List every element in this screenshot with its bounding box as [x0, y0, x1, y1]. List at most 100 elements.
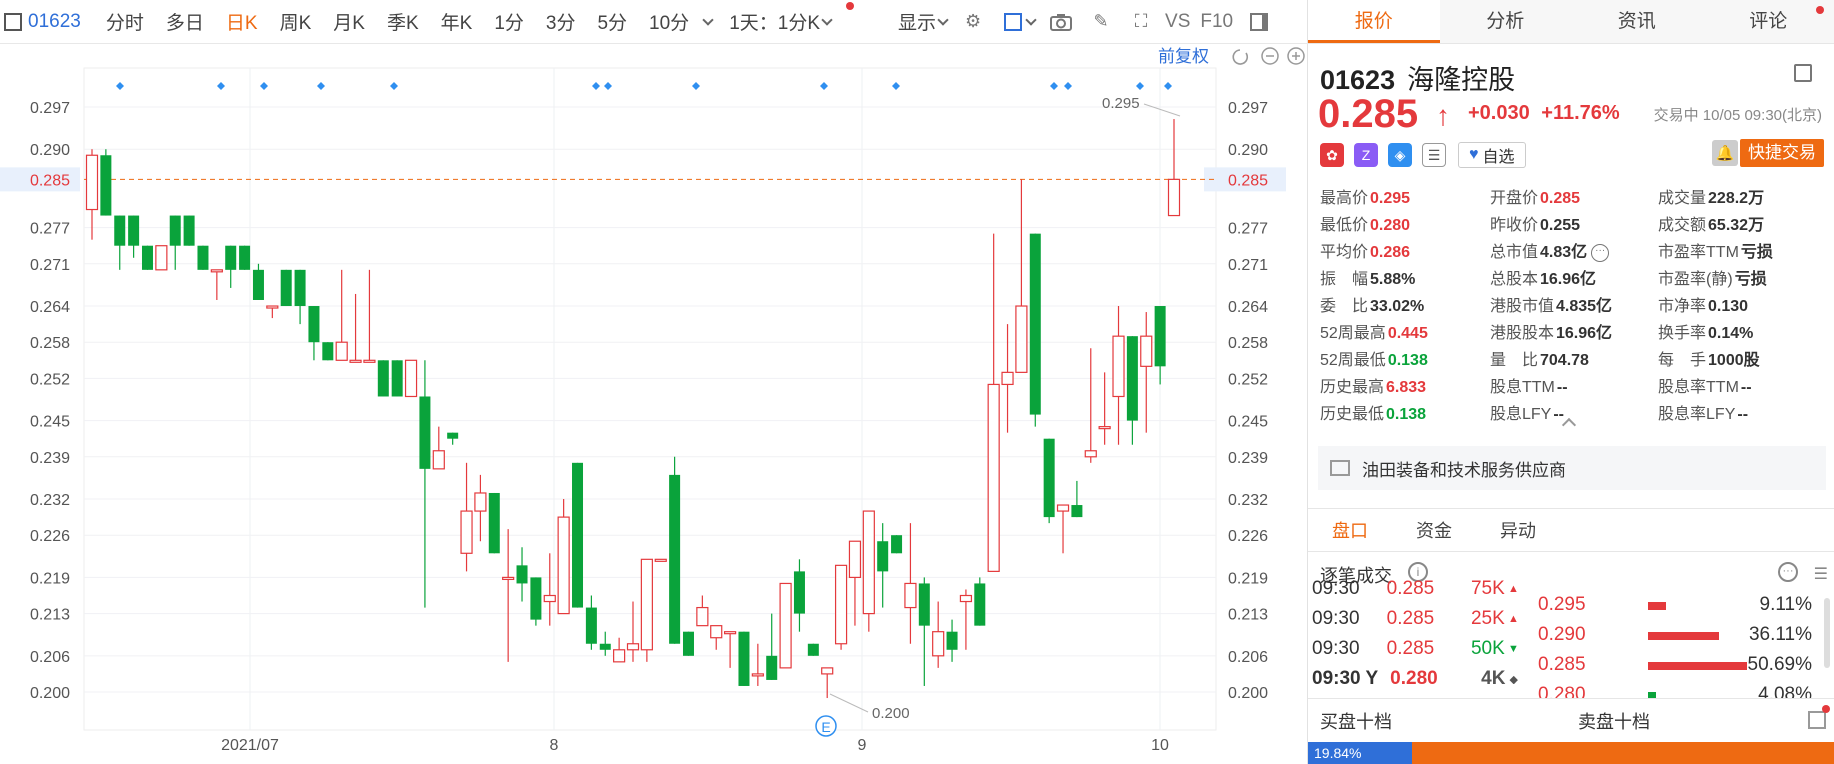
candle-body-down[interactable]: [128, 215, 140, 246]
candle-body-down[interactable]: [377, 360, 389, 397]
candle-body-down[interactable]: [1043, 438, 1055, 518]
candle-body-down[interactable]: [1071, 505, 1083, 518]
candle-body-up[interactable]: [1140, 335, 1153, 367]
candle-body-up[interactable]: [626, 643, 640, 651]
tab-3min[interactable]: 3分: [535, 8, 587, 35]
candle-body-down[interactable]: [669, 474, 681, 644]
candle-body-down[interactable]: [252, 269, 264, 300]
candle-body-down[interactable]: [447, 432, 459, 439]
candle-body-up[interactable]: [474, 492, 487, 512]
candle-body-down[interactable]: [294, 269, 306, 307]
candle-body-up[interactable]: [724, 631, 737, 635]
tab-analysis[interactable]: 分析: [1440, 0, 1572, 43]
candle-body-down[interactable]: [239, 245, 251, 270]
candlestick-chart[interactable]: 0.297 0.297 0.290 0.290 0.285 0.285 0.277 0.277…: [0, 44, 1308, 764]
candle-body-up[interactable]: [987, 383, 1000, 572]
stock-code-label[interactable]: 01623: [22, 11, 95, 33]
tab-quote[interactable]: 报价: [1308, 0, 1440, 43]
candle-body-up[interactable]: [696, 606, 709, 627]
buy-book-label[interactable]: 买盘十档: [1308, 708, 1566, 734]
tab-intraday[interactable]: 分时: [95, 8, 155, 35]
document-icon[interactable]: ☰: [1422, 143, 1446, 167]
candle-body-down[interactable]: [766, 655, 778, 680]
tab-5min[interactable]: 5分: [586, 8, 638, 35]
candle-body-down[interactable]: [793, 571, 805, 614]
tab-weekly-k[interactable]: 周K: [269, 8, 323, 35]
candle-body-up[interactable]: [335, 341, 348, 361]
layout-toggle-icon[interactable]: [4, 12, 22, 31]
candle-body-up[interactable]: [1112, 335, 1125, 398]
candle-body-up[interactable]: [932, 631, 945, 657]
f10-button[interactable]: F10: [1194, 11, 1239, 33]
candle-body-down[interactable]: [946, 631, 958, 650]
tab-monthly-k[interactable]: 月K: [322, 8, 376, 35]
candle-body-up[interactable]: [862, 510, 875, 615]
tab-10min[interactable]: 10分: [638, 8, 700, 35]
candle-body-down[interactable]: [1029, 233, 1041, 415]
candle-body-up[interactable]: [85, 154, 99, 211]
candle-body-up[interactable]: [155, 245, 168, 271]
candle-body-up[interactable]: [904, 582, 917, 609]
candle-body-down[interactable]: [100, 155, 112, 216]
candle-body-down[interactable]: [585, 607, 597, 644]
candle-body-up[interactable]: [834, 564, 848, 645]
candle-body-up[interactable]: [654, 558, 667, 562]
candle-body-up[interactable]: [1015, 305, 1028, 373]
tab-news[interactable]: 资讯: [1571, 0, 1703, 43]
gear-icon[interactable]: ⚙: [962, 11, 984, 33]
candle-body-down[interactable]: [682, 631, 694, 656]
candle-body-down[interactable]: [169, 215, 181, 246]
industry-row[interactable]: 油田装备和技术服务供应商: [1318, 446, 1826, 490]
candle-body-up[interactable]: [349, 359, 362, 363]
candle-body-down[interactable]: [877, 541, 889, 572]
candle-body-up[interactable]: [266, 305, 279, 309]
expand-icon[interactable]: [1808, 711, 1826, 729]
candle-body-up[interactable]: [557, 516, 570, 615]
scrollbar[interactable]: [1824, 598, 1830, 668]
more-icon[interactable]: ···: [1591, 243, 1610, 262]
candle-body-down[interactable]: [599, 643, 611, 650]
candle-body-down[interactable]: [183, 215, 195, 246]
camera-icon[interactable]: [1050, 11, 1073, 33]
candle-body-up[interactable]: [710, 625, 723, 639]
candle-body-up[interactable]: [779, 582, 792, 669]
candle-body-up[interactable]: [404, 359, 418, 398]
candle-body-up[interactable]: [1098, 426, 1111, 430]
tab-capital[interactable]: 资金: [1392, 509, 1476, 551]
tab-multiday[interactable]: 多日: [155, 8, 215, 35]
candle-body-down[interactable]: [308, 306, 320, 343]
tag-icon[interactable]: ◈: [1388, 143, 1412, 167]
candle-body-up[interactable]: [1084, 450, 1097, 458]
candle-body-up[interactable]: [1167, 178, 1181, 217]
list-icon[interactable]: ☰: [1814, 564, 1828, 584]
candle-body-down[interactable]: [280, 269, 292, 307]
hk-flower-icon[interactable]: ✿: [1320, 143, 1344, 167]
candle-body-down[interactable]: [807, 643, 819, 656]
tab-quarterly-k[interactable]: 季K: [376, 8, 430, 35]
tab-1min[interactable]: 1分: [483, 8, 535, 35]
candle-body-down[interactable]: [918, 583, 930, 626]
quick-trade-button[interactable]: 快捷交易: [1740, 139, 1824, 167]
candle-body-up[interactable]: [640, 558, 653, 651]
tick-list[interactable]: 09:30 0.285 75K ▲ 09:30 0.285 25K ▲ 09:30 0.285 50…: [1312, 574, 1522, 684]
candle-body-down[interactable]: [974, 583, 986, 626]
price-level-list[interactable]: 0.295 9.11% 0.290 36.11% 0.285 50.69% 0.280 4.0…: [1536, 590, 1816, 698]
fullscreen-icon[interactable]: ⛶: [1130, 11, 1152, 33]
adjust-mode-button[interactable]: 前复权: [1158, 47, 1209, 66]
candle-body-down[interactable]: [1126, 336, 1138, 421]
candle-body-up[interactable]: [210, 269, 223, 273]
tab-movement[interactable]: 异动: [1476, 509, 1560, 551]
add-watchlist-button[interactable]: ♥ 自选: [1458, 142, 1526, 168]
candle-body-down[interactable]: [391, 360, 403, 397]
candle-body-up[interactable]: [460, 510, 473, 554]
candle-body-down[interactable]: [891, 535, 903, 554]
candle-body-down[interactable]: [488, 492, 500, 554]
shortsell-icon[interactable]: Z: [1354, 143, 1378, 167]
menu-icon[interactable]: [1794, 64, 1812, 82]
period-select[interactable]: 1天：1分K: [718, 8, 831, 35]
chevron-down-icon[interactable]: [1025, 13, 1037, 26]
candle-body-down[interactable]: [141, 245, 153, 270]
candle-body-up[interactable]: [432, 450, 445, 470]
candle-body-down[interactable]: [225, 245, 237, 270]
candle-body-up[interactable]: [959, 594, 973, 603]
